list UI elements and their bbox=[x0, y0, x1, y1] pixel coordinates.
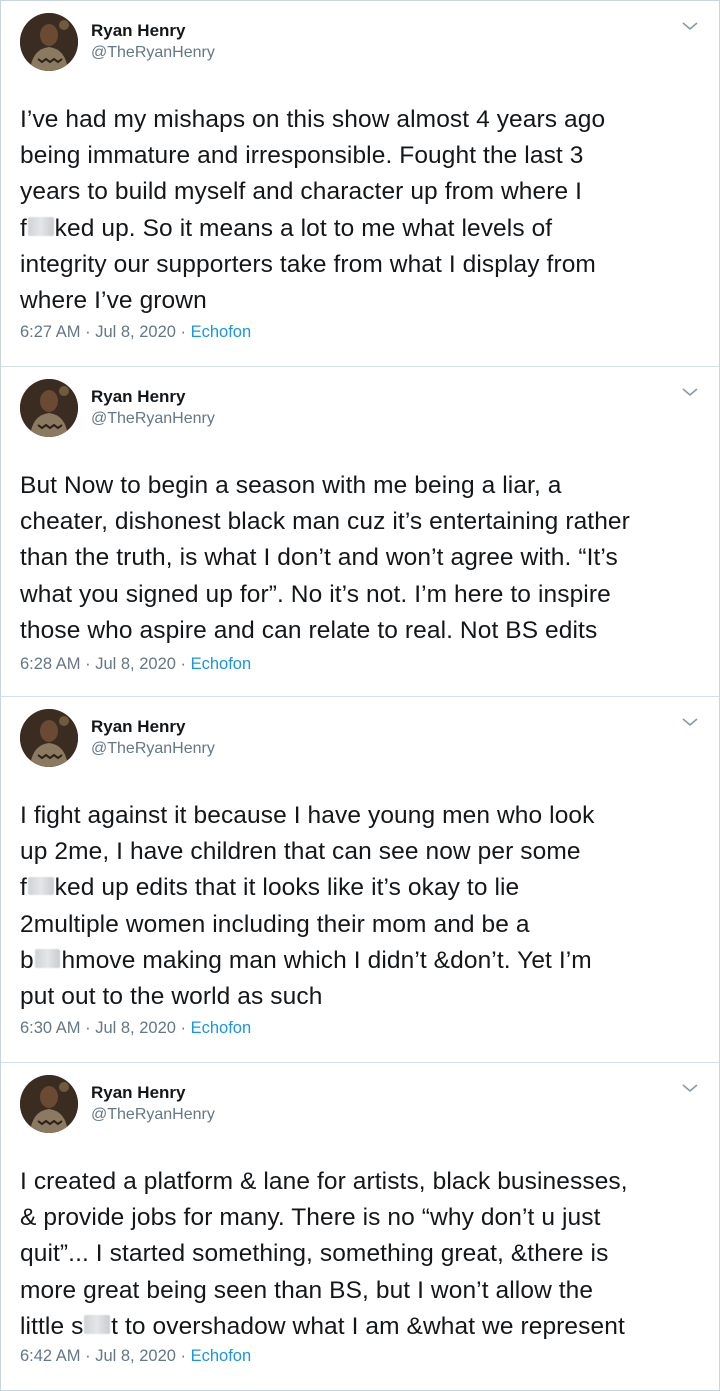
timestamp[interactable]: 6:28 AM · Jul 8, 2020 · bbox=[20, 655, 191, 673]
tweet-meta: 6:27 AM · Jul 8, 2020 · Echofon bbox=[20, 323, 251, 342]
display-name[interactable]: Ryan Henry bbox=[91, 716, 215, 737]
tweet[interactable]: Ryan Henry @TheRyanHenry I’ve had my mis… bbox=[1, 1, 719, 367]
author-info: Ryan Henry @TheRyanHenry bbox=[91, 13, 215, 63]
source-link[interactable]: Echofon bbox=[191, 1347, 252, 1365]
tweet-text: I fight against it because I have young … bbox=[20, 802, 595, 1011]
avatar[interactable] bbox=[20, 709, 78, 767]
avatar[interactable] bbox=[20, 13, 78, 71]
tweet-text: I created a platform & lane for artists,… bbox=[20, 1168, 628, 1340]
tweet-meta: 6:28 AM · Jul 8, 2020 · Echofon bbox=[20, 655, 251, 674]
handle[interactable]: @TheRyanHenry bbox=[91, 42, 215, 63]
handle[interactable]: @TheRyanHenry bbox=[91, 738, 215, 759]
tweet-text: But Now to begin a season with me being … bbox=[20, 472, 630, 644]
chevron-down-icon[interactable] bbox=[680, 385, 700, 399]
timestamp[interactable]: 6:27 AM · Jul 8, 2020 · bbox=[20, 323, 191, 341]
tweet-meta: 6:30 AM · Jul 8, 2020 · Echofon bbox=[20, 1019, 251, 1038]
censor-blur bbox=[84, 1315, 111, 1334]
display-name[interactable]: Ryan Henry bbox=[91, 1082, 215, 1103]
avatar[interactable] bbox=[20, 379, 78, 437]
chevron-down-icon[interactable] bbox=[680, 19, 700, 33]
tweet-header: Ryan Henry @TheRyanHenry bbox=[20, 13, 700, 75]
tweet-header: Ryan Henry @TheRyanHenry bbox=[20, 1075, 700, 1137]
avatar[interactable] bbox=[20, 1075, 78, 1133]
chevron-down-icon[interactable] bbox=[680, 715, 700, 729]
tweet-text: I’ve had my mishaps on this show almost … bbox=[20, 106, 606, 315]
handle[interactable]: @TheRyanHenry bbox=[91, 1104, 215, 1125]
source-link[interactable]: Echofon bbox=[191, 655, 252, 673]
tweet-meta: 6:42 AM · Jul 8, 2020 · Echofon bbox=[20, 1347, 251, 1366]
censor-blur bbox=[27, 217, 54, 236]
tweet-feed: Ryan Henry @TheRyanHenry I’ve had my mis… bbox=[0, 0, 720, 1391]
tweet[interactable]: Ryan Henry @TheRyanHenry I fight against… bbox=[1, 697, 719, 1063]
tweet-header: Ryan Henry @TheRyanHenry bbox=[20, 379, 700, 441]
author-info: Ryan Henry @TheRyanHenry bbox=[91, 1075, 215, 1125]
display-name[interactable]: Ryan Henry bbox=[91, 386, 215, 407]
source-link[interactable]: Echofon bbox=[191, 323, 252, 341]
source-link[interactable]: Echofon bbox=[191, 1019, 252, 1037]
censor-blur bbox=[27, 877, 54, 896]
author-info: Ryan Henry @TheRyanHenry bbox=[91, 379, 215, 429]
censor-blur bbox=[34, 949, 61, 968]
author-info: Ryan Henry @TheRyanHenry bbox=[91, 709, 215, 759]
timestamp[interactable]: 6:42 AM · Jul 8, 2020 · bbox=[20, 1347, 191, 1365]
handle[interactable]: @TheRyanHenry bbox=[91, 408, 215, 429]
chevron-down-icon[interactable] bbox=[680, 1081, 700, 1095]
tweet[interactable]: Ryan Henry @TheRyanHenry But Now to begi… bbox=[1, 367, 719, 697]
tweet-header: Ryan Henry @TheRyanHenry bbox=[20, 709, 700, 771]
tweet[interactable]: Ryan Henry @TheRyanHenry I created a pla… bbox=[1, 1063, 719, 1391]
display-name[interactable]: Ryan Henry bbox=[91, 20, 215, 41]
timestamp[interactable]: 6:30 AM · Jul 8, 2020 · bbox=[20, 1019, 191, 1037]
